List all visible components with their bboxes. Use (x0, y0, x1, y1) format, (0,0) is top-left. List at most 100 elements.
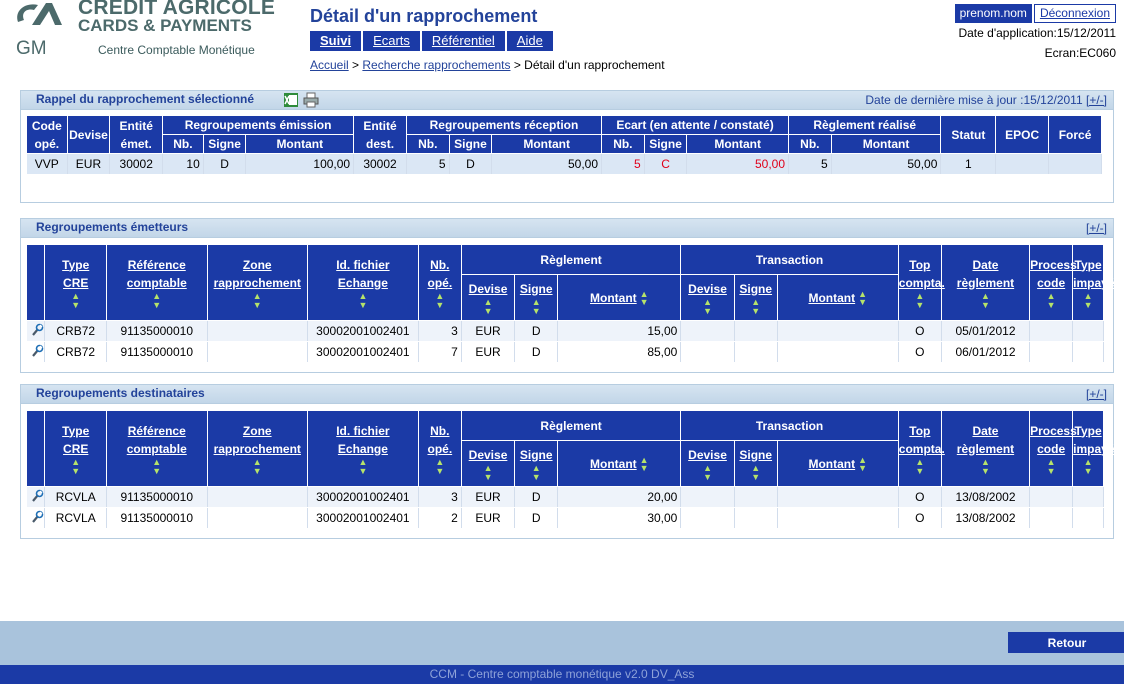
sort-id-fichier-link[interactable]: Id. fichier (336, 258, 389, 272)
sort-reg-devise-link[interactable]: Devise (469, 448, 508, 462)
sort-date-reglement-link[interactable]: Date (972, 424, 998, 438)
sort-type-cre-link[interactable]: Type (62, 258, 89, 272)
sort-reference-link[interactable]: Référence (128, 258, 186, 272)
sort-tr-montant-link[interactable]: Montant (808, 291, 855, 305)
sort-zone-link[interactable]: rapprochement (214, 276, 301, 290)
sort-arrows-icon[interactable]: ▲ ▼ (942, 291, 1029, 310)
col-date-reglement[interactable]: Date règlement ▲ ▼ (940, 410, 1031, 487)
sort-zone-link[interactable]: Zone (243, 258, 272, 272)
sort-zone-link[interactable]: Zone (243, 424, 272, 438)
summary-toggle-link[interactable]: [+/-] (1086, 93, 1107, 107)
sort-type-cre-link[interactable]: CRE (63, 276, 88, 290)
col-top-compta[interactable]: Top compta. ▲ ▼ (897, 410, 945, 487)
col-tr-signe[interactable]: Signe ▲ ▼ (733, 274, 778, 321)
sort-type-impaye-link[interactable]: Type (1075, 424, 1102, 438)
sort-top-compta-link[interactable]: compta. (899, 276, 945, 290)
col-reference[interactable]: Référence comptable ▲ ▼ (105, 410, 208, 487)
sort-arrows-icon[interactable]: ▲ ▼ (45, 291, 106, 310)
col-reg-montant[interactable]: Montant ▲ ▼ (557, 440, 682, 487)
col-reference[interactable]: Référence comptable ▲ ▼ (105, 244, 208, 321)
sort-arrows-icon[interactable]: ▲ ▼ (107, 457, 207, 476)
col-tr-signe[interactable]: Signe ▲ ▼ (733, 440, 778, 487)
edit-wrench-icon[interactable] (30, 323, 44, 337)
col-reg-montant[interactable]: Montant ▲ ▼ (557, 274, 682, 321)
sort-arrows-icon[interactable]: ▲ ▼ (640, 456, 649, 473)
col-type-impaye[interactable]: Type impayé ▲ ▼ (1072, 410, 1115, 487)
sort-nb-ope-link[interactable]: opé. (427, 276, 452, 290)
col-reg-devise[interactable]: Devise ▲ ▼ (460, 274, 516, 321)
sort-arrows-icon[interactable]: ▲ ▼ (208, 291, 308, 310)
sort-arrows-icon[interactable]: ▲ ▼ (735, 297, 777, 316)
sort-arrows-icon[interactable]: ▲ ▼ (107, 291, 207, 310)
edit-wrench-icon[interactable] (30, 489, 44, 503)
sort-reg-montant-link[interactable]: Montant (590, 457, 637, 471)
sort-arrows-icon[interactable]: ▲ ▼ (735, 463, 777, 482)
sort-zone-link[interactable]: rapprochement (214, 442, 301, 456)
sort-top-compta-link[interactable]: Top (909, 424, 930, 438)
sort-process-code-link[interactable]: code (1037, 276, 1065, 290)
sort-reference-link[interactable]: comptable (127, 276, 187, 290)
sort-type-impaye-link[interactable]: impayé (1073, 442, 1114, 456)
edit-wrench-icon[interactable] (30, 344, 44, 358)
col-tr-montant[interactable]: Montant ▲ ▼ (776, 440, 899, 487)
sort-tr-devise-link[interactable]: Devise (688, 282, 727, 296)
sort-id-fichier-link[interactable]: Id. fichier (336, 424, 389, 438)
col-id-fichier[interactable]: Id. fichier Echange ▲ ▼ (307, 244, 419, 321)
sort-reg-devise-link[interactable]: Devise (469, 282, 508, 296)
sort-arrows-icon[interactable]: ▲ ▼ (899, 457, 941, 476)
sort-tr-devise-link[interactable]: Devise (688, 448, 727, 462)
sort-reg-montant-link[interactable]: Montant (590, 291, 637, 305)
sort-arrows-icon[interactable]: ▲ ▼ (208, 457, 308, 476)
sort-tr-montant-link[interactable]: Montant (808, 457, 855, 471)
col-type-cre[interactable]: Type CRE ▲ ▼ (44, 410, 107, 487)
col-type-cre[interactable]: Type CRE ▲ ▼ (44, 244, 107, 321)
emetteurs-toggle-link[interactable]: [+/-] (1086, 221, 1107, 235)
sort-type-impaye-link[interactable]: impayé (1073, 276, 1114, 290)
col-tr-devise[interactable]: Devise ▲ ▼ (680, 440, 735, 487)
sort-id-fichier-link[interactable]: Echange (338, 276, 388, 290)
col-tr-montant[interactable]: Montant ▲ ▼ (776, 274, 899, 321)
breadcrumb-search-link[interactable]: Recherche rapprochements (362, 58, 510, 72)
col-zone[interactable]: Zone rapprochement ▲ ▼ (206, 410, 309, 487)
sort-date-reglement-link[interactable]: Date (972, 258, 998, 272)
destinataires-toggle-link[interactable]: [+/-] (1086, 387, 1107, 401)
col-id-fichier[interactable]: Id. fichier Echange ▲ ▼ (307, 410, 419, 487)
sort-process-code-link[interactable]: code (1037, 442, 1065, 456)
sort-arrows-icon[interactable]: ▲ ▼ (45, 457, 106, 476)
retour-button[interactable]: Retour (1008, 632, 1124, 653)
sort-arrows-icon[interactable]: ▲ ▼ (419, 291, 461, 310)
sort-date-reglement-link[interactable]: règlement (957, 276, 1014, 290)
sort-tr-signe-link[interactable]: Signe (739, 448, 772, 462)
sort-arrows-icon[interactable]: ▲ ▼ (1030, 291, 1072, 310)
sort-reference-link[interactable]: comptable (127, 442, 187, 456)
sort-type-impaye-link[interactable]: Type (1075, 258, 1102, 272)
sort-arrows-icon[interactable]: ▲ ▼ (308, 291, 418, 310)
edit-wrench-icon[interactable] (30, 510, 44, 524)
sort-arrows-icon[interactable]: ▲ ▼ (462, 463, 514, 482)
menu-item-ecarts[interactable]: Ecarts (363, 31, 420, 51)
sort-reg-signe-link[interactable]: Signe (520, 282, 553, 296)
col-tr-devise[interactable]: Devise ▲ ▼ (680, 274, 735, 321)
sort-arrows-icon[interactable]: ▲ ▼ (1073, 291, 1103, 310)
sort-arrows-icon[interactable]: ▲ ▼ (899, 291, 941, 310)
sort-arrows-icon[interactable]: ▲ ▼ (419, 457, 461, 476)
sort-date-reglement-link[interactable]: règlement (957, 442, 1014, 456)
col-type-impaye[interactable]: Type impayé ▲ ▼ (1072, 244, 1115, 321)
sort-tr-signe-link[interactable]: Signe (739, 282, 772, 296)
sort-reg-signe-link[interactable]: Signe (520, 448, 553, 462)
logout-link[interactable]: Déconnexion (1033, 4, 1116, 23)
sort-arrows-icon[interactable]: ▲ ▼ (942, 457, 1029, 476)
sort-nb-ope-link[interactable]: Nb. (430, 424, 449, 438)
sort-arrows-icon[interactable]: ▲ ▼ (515, 297, 557, 316)
excel-export-icon[interactable] (283, 92, 299, 108)
sort-nb-ope-link[interactable]: opé. (427, 442, 452, 456)
sort-arrows-icon[interactable]: ▲ ▼ (1030, 457, 1072, 476)
breadcrumb-home-link[interactable]: Accueil (310, 58, 349, 72)
sort-type-cre-link[interactable]: CRE (63, 442, 88, 456)
menu-item-suivi[interactable]: Suivi (310, 31, 362, 51)
sort-arrows-icon[interactable]: ▲ ▼ (1073, 457, 1103, 476)
sort-arrows-icon[interactable]: ▲ ▼ (308, 457, 418, 476)
sort-nb-ope-link[interactable]: Nb. (430, 258, 449, 272)
col-process-code[interactable]: Process code ▲ ▼ (1029, 244, 1077, 321)
sort-arrows-icon[interactable]: ▲ ▼ (681, 463, 733, 482)
